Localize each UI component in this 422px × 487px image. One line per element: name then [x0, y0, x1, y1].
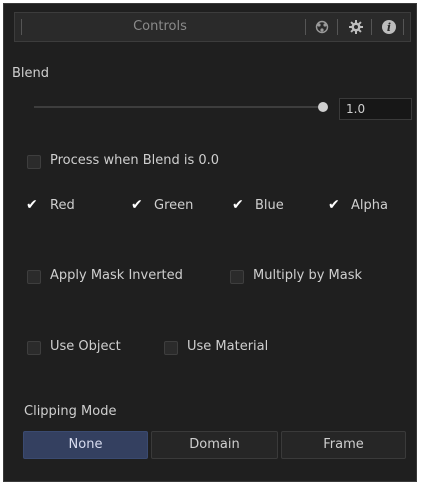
- clipping-domain-button[interactable]: Domain: [151, 431, 278, 459]
- red-label: Red: [50, 198, 75, 213]
- process-when-blend-zero-label: Process when Blend is 0.0: [50, 153, 220, 168]
- blend-slider-thumb[interactable]: [318, 102, 328, 112]
- svg-text:i: i: [387, 21, 391, 34]
- blend-slider-track[interactable]: [34, 106, 324, 108]
- clipping-none-button[interactable]: None: [23, 431, 148, 459]
- header-divider: [371, 19, 372, 35]
- alpha-checkbox[interactable]: ✔: [328, 198, 340, 212]
- clipping-frame-button[interactable]: Frame: [281, 431, 406, 459]
- green-checkbox[interactable]: ✔: [131, 198, 143, 212]
- blend-value-field[interactable]: 1.0: [339, 98, 412, 120]
- green-label: Green: [154, 198, 194, 213]
- use-material-label: Use Material: [187, 339, 269, 354]
- blend-label: Blend: [12, 66, 50, 81]
- apply-mask-inverted-checkbox[interactable]: [27, 270, 41, 284]
- nodes-icon[interactable]: [312, 17, 332, 37]
- red-checkbox[interactable]: ✔: [26, 198, 38, 212]
- controls-panel: Controls i Blend 1.0 Process when Blend …: [3, 3, 417, 482]
- use-object-label: Use Object: [50, 339, 121, 354]
- use-object-checkbox[interactable]: [27, 341, 41, 355]
- process-when-blend-zero-checkbox[interactable]: [27, 155, 41, 169]
- apply-mask-inverted-label: Apply Mask Inverted: [50, 268, 183, 283]
- clipping-mode-label: Clipping Mode: [24, 404, 117, 419]
- info-icon[interactable]: i: [379, 17, 399, 37]
- header-divider: [337, 19, 338, 35]
- panel-header: Controls i: [14, 12, 411, 42]
- header-divider: [305, 19, 306, 35]
- header-divider: [403, 19, 404, 35]
- controls-tab[interactable]: Controls: [15, 13, 305, 41]
- blue-label: Blue: [255, 198, 284, 213]
- use-material-checkbox[interactable]: [164, 341, 178, 355]
- multiply-by-mask-checkbox[interactable]: [230, 270, 244, 284]
- blue-checkbox[interactable]: ✔: [232, 198, 244, 212]
- multiply-by-mask-label: Multiply by Mask: [253, 268, 363, 283]
- alpha-label: Alpha: [351, 198, 388, 213]
- gear-icon[interactable]: [346, 17, 366, 37]
